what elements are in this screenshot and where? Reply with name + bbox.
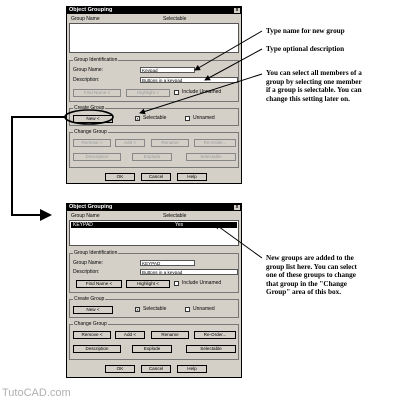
arrow-new-to-dialog2: [11, 116, 66, 221]
arrow-type-name: [194, 30, 263, 71]
note-new-groups-line: New groups are added to the: [266, 254, 354, 262]
arrow-type-description: [204, 48, 263, 81]
watermark: TutoCAD.com: [2, 387, 71, 399]
callout-arrows: [11, 30, 263, 259]
note-new-groups-line: Group" area of this box.: [266, 288, 342, 296]
note-select-members-line: if a group is selectable. You can: [266, 86, 362, 94]
note-new-groups: New groups are added to the group list h…: [266, 254, 357, 297]
note-select-members-line: You can select all members of a: [266, 69, 362, 77]
note-select-members-line: group by selecting one member: [266, 77, 362, 86]
note-select-members-line: change this setting later on.: [266, 94, 350, 103]
arrow-new-groups: [214, 223, 263, 259]
note-type-description: Type optional description: [266, 45, 345, 53]
arrow-selectable: [139, 73, 263, 115]
note-new-groups-line: that group in the "Change: [266, 279, 347, 288]
new-button-highlight-circle: [64, 109, 114, 125]
note-type-name: Type name for new group: [266, 27, 345, 35]
note-new-groups-line: one of these groups to change: [266, 271, 356, 279]
note-select-members: You can select all members of a group by…: [266, 69, 362, 103]
note-new-groups-line: group list here. You can select: [266, 262, 357, 271]
